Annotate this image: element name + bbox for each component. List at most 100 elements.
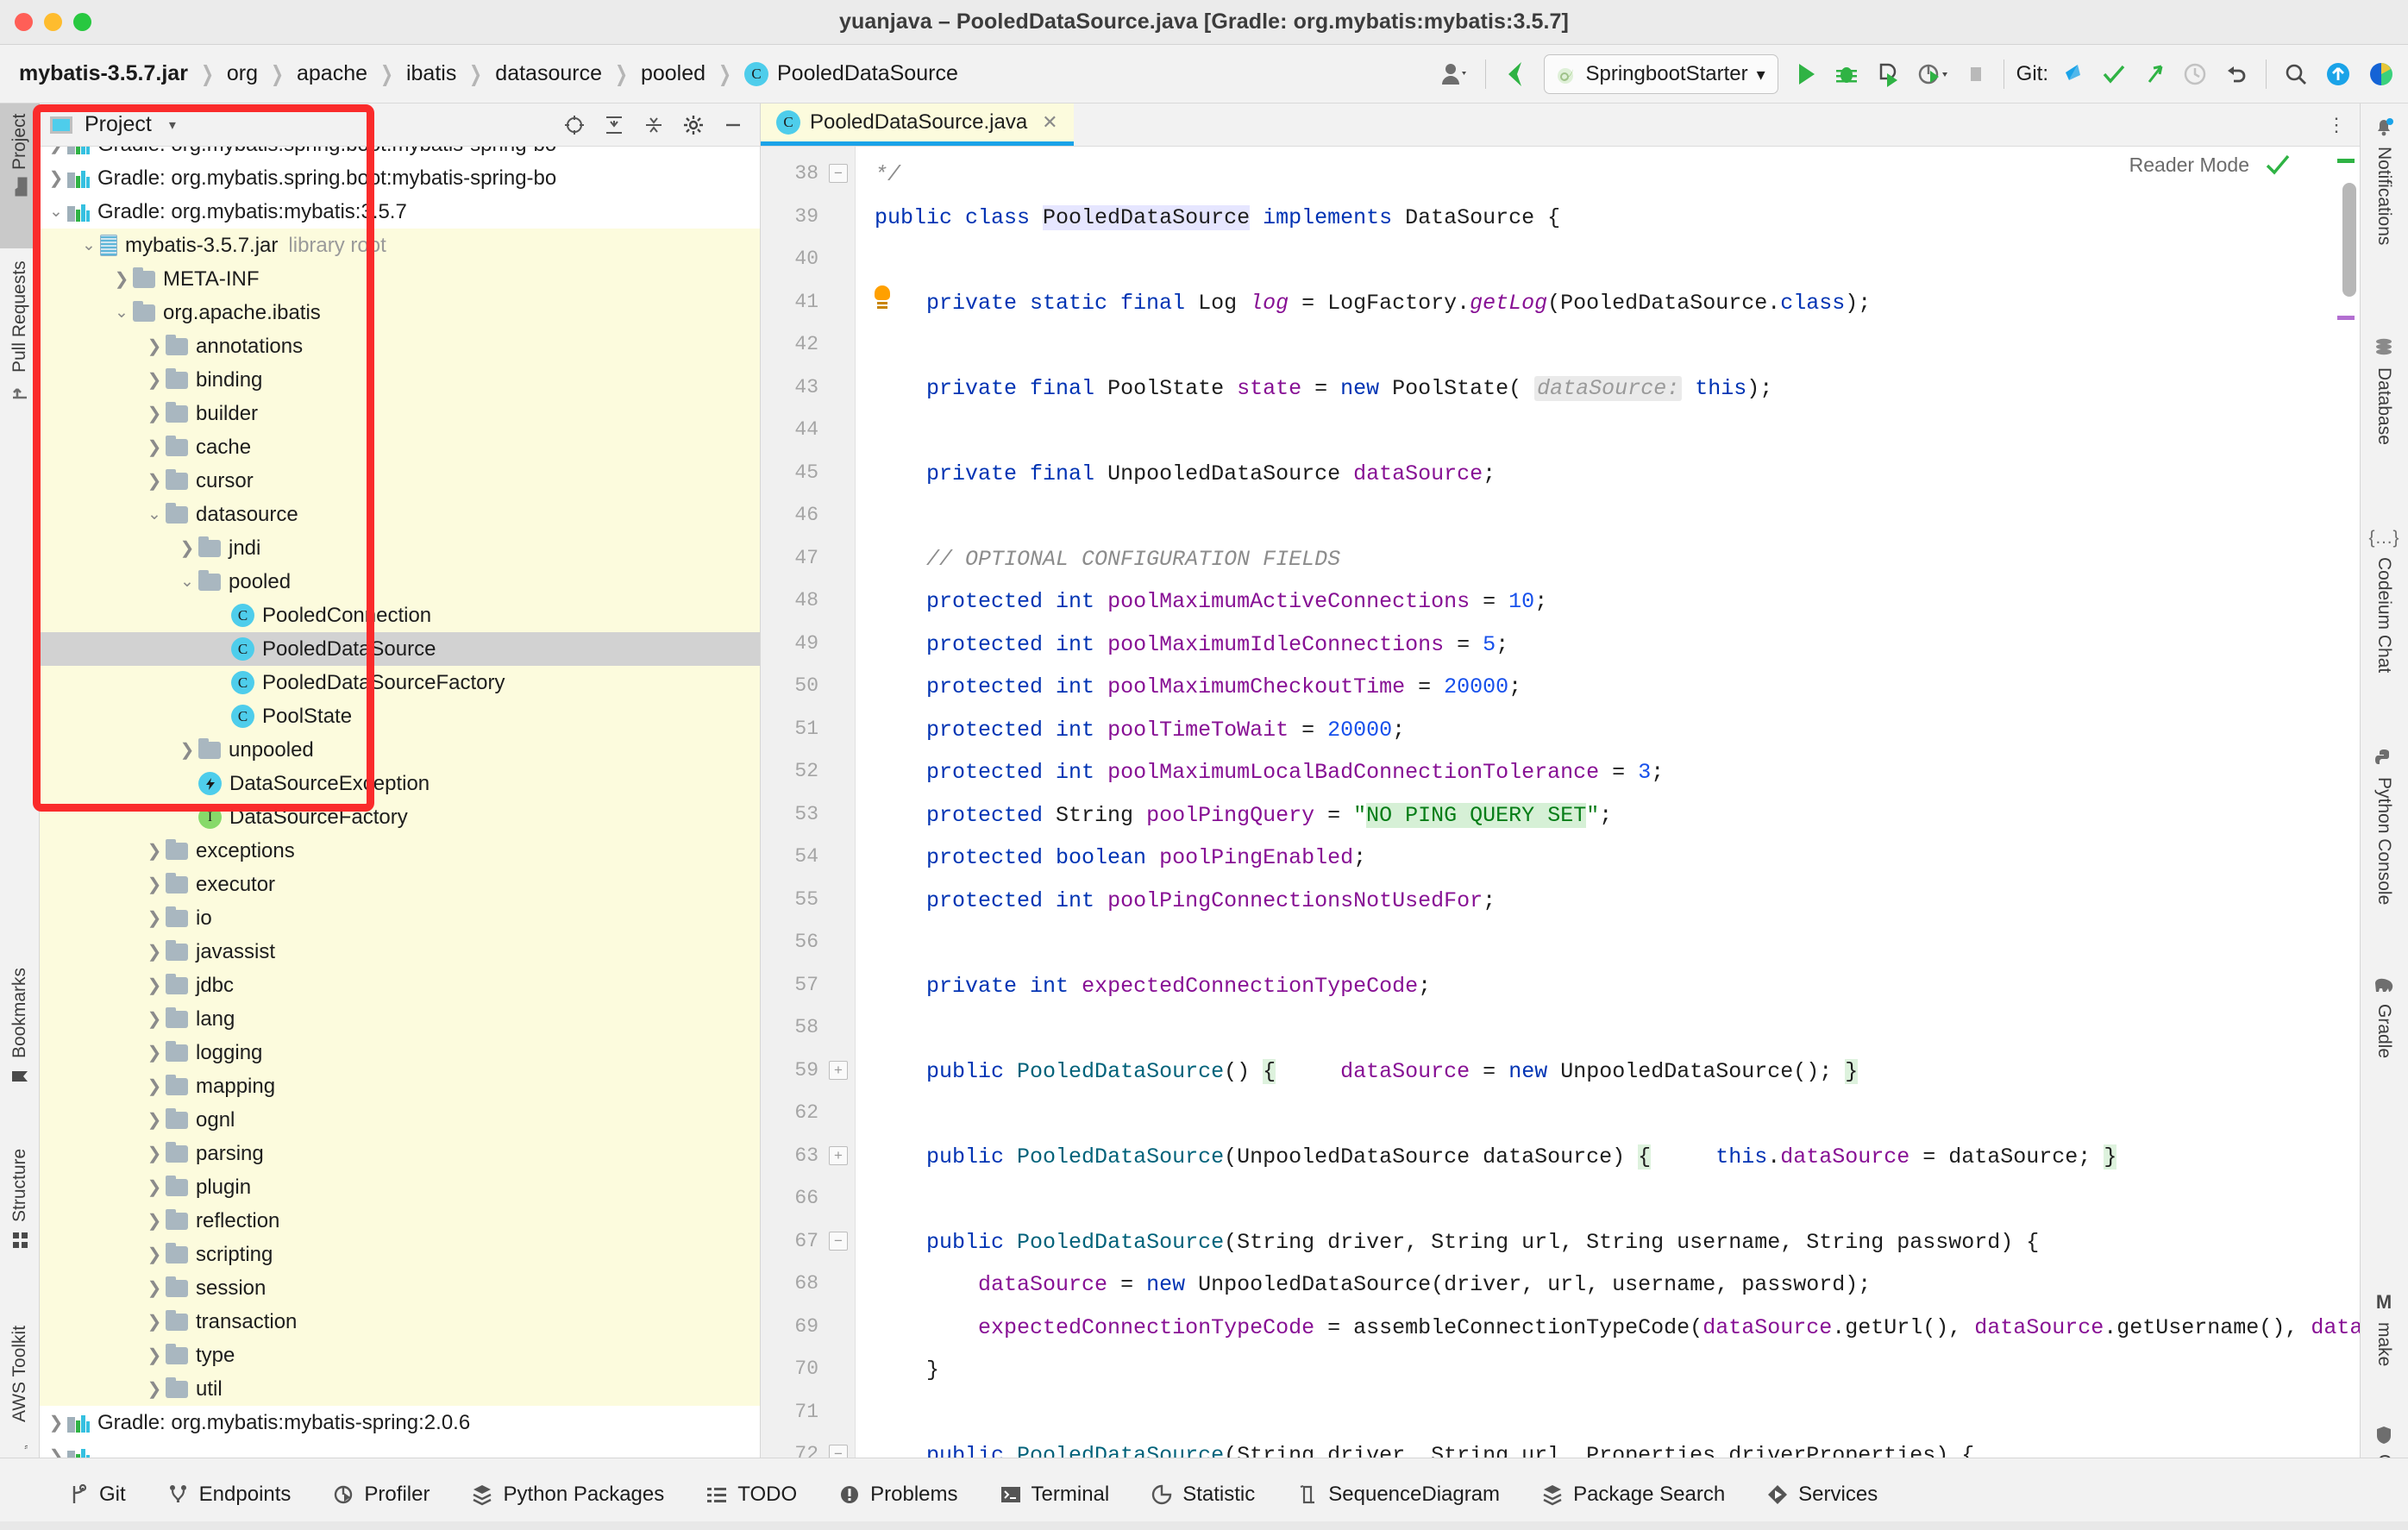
status-bar-item-problems[interactable]: Problems	[818, 1483, 978, 1507]
scrollbar-thumb[interactable]	[2342, 183, 2356, 297]
chevron-right-icon[interactable]: ❯	[45, 1414, 67, 1432]
fold-collapse-icon[interactable]: −	[829, 164, 848, 183]
tree-node[interactable]: ⌄datasource	[40, 498, 760, 531]
chevron-right-icon[interactable]: ❯	[143, 1044, 166, 1062]
tree-node[interactable]: CPoolState	[40, 699, 760, 733]
code-line[interactable]: dataSource = new UnpooledDataSource(driv…	[875, 1264, 1871, 1307]
code-line[interactable]: public class PooledDataSource implements…	[875, 197, 1560, 240]
code-line[interactable]: protected int poolPingConnectionsNotUsed…	[875, 880, 1496, 923]
tree-node[interactable]: ❯reflection	[40, 1204, 760, 1238]
code-line[interactable]: public PooledDataSource(String driver, S…	[875, 1221, 2039, 1264]
chevron-right-icon[interactable]: ❯	[143, 1078, 166, 1095]
chevron-right-icon[interactable]: ❯	[143, 1246, 166, 1264]
breadcrumb-item-org[interactable]: org	[227, 61, 258, 86]
code-line[interactable]: expectedConnectionTypeCode = assembleCon…	[875, 1307, 2360, 1350]
run-with-coverage-button[interactable]	[1867, 52, 1909, 97]
chevron-down-icon[interactable]: ⌄	[143, 506, 166, 523]
tree-node[interactable]: ❯Gradle: org.mybatis.spring.boot:mybatis…	[40, 161, 760, 195]
tree-node[interactable]: ❯Gradle: org.mybatis:mybatis-spring:2.0.…	[40, 1406, 760, 1439]
sidebar-item-make[interactable]: M make	[2360, 1281, 2408, 1410]
tree-node[interactable]: ❯exceptions	[40, 834, 760, 868]
status-bar-item-sequencediagram[interactable]: SequenceDiagram	[1276, 1483, 1521, 1507]
code-line[interactable]: public PooledDataSource(UnpooledDataSour…	[875, 1136, 2116, 1179]
tree-node[interactable]: CPooledDataSourceFactory	[40, 666, 760, 699]
locate-icon[interactable]	[556, 106, 593, 144]
inspections-ok-icon[interactable]	[2263, 150, 2292, 179]
status-bar-item-git[interactable]: Git	[48, 1483, 147, 1507]
chevron-right-icon[interactable]: ❯	[143, 1179, 166, 1196]
chevron-right-icon[interactable]: ❯	[143, 439, 166, 456]
reader-mode-label[interactable]: Reader Mode	[2129, 154, 2249, 177]
tree-node[interactable]: IDataSourceFactory	[40, 800, 760, 834]
tree-node[interactable]: ❯binding	[40, 363, 760, 397]
code-line[interactable]: protected int poolMaximumLocalBadConnect…	[875, 751, 1664, 794]
breadcrumb-item-jar[interactable]: mybatis-3.5.7.jar	[19, 61, 188, 86]
status-bar-item-endpoints[interactable]: Endpoints	[147, 1483, 312, 1507]
code-line[interactable]: public PooledDataSource() { dataSource =…	[875, 1050, 1858, 1094]
status-bar-item-python-packages[interactable]: Python Packages	[450, 1483, 685, 1507]
code-line[interactable]: protected int poolTimeToWait = 20000;	[875, 709, 1405, 752]
git-history-icon[interactable]	[2174, 52, 2216, 97]
chevron-right-icon[interactable]: ❯	[143, 1280, 166, 1297]
tree-node[interactable]: ⌄mybatis-3.5.7.jarlibrary root	[40, 229, 760, 262]
chevron-right-icon[interactable]: ❯	[143, 405, 166, 423]
tree-node[interactable]: DataSourceException	[40, 767, 760, 800]
editor-gutter[interactable]: 38−3940414243444546474849505152535455565…	[761, 147, 856, 1458]
code-line[interactable]: protected int poolMaximumCheckoutTime = …	[875, 666, 1521, 709]
tree-node[interactable]: ❯plugin	[40, 1170, 760, 1204]
tree-node[interactable]: ❯lang	[40, 1002, 760, 1036]
tree-node[interactable]: ❯mapping	[40, 1069, 760, 1103]
chevron-right-icon[interactable]: ❯	[143, 1112, 166, 1129]
tree-node[interactable]: ❯logging	[40, 1036, 760, 1069]
chevron-right-icon[interactable]: ❯	[143, 977, 166, 994]
settings-gear-icon[interactable]	[675, 106, 712, 144]
tree-node[interactable]: ❯javassist	[40, 935, 760, 969]
tree-node[interactable]: ❯ognl	[40, 1103, 760, 1137]
chevron-down-icon[interactable]: ⌄	[176, 574, 198, 590]
code-line[interactable]: private int expectedConnectionTypeCode;	[875, 965, 1431, 1008]
fold-expand-icon[interactable]: +	[829, 1061, 848, 1080]
hide-panel-icon[interactable]	[715, 106, 751, 144]
code-line[interactable]: private final UnpooledDataSource dataSou…	[875, 453, 1496, 496]
tree-node[interactable]: ❯builder	[40, 397, 760, 430]
code-content[interactable]: */public class PooledDataSource implemen…	[856, 147, 2360, 1458]
tree-node[interactable]: ❯	[40, 1439, 760, 1458]
chevron-right-icon[interactable]: ❯	[143, 338, 166, 355]
sidebar-item-gradle[interactable]: Gradle	[2360, 966, 2408, 1134]
git-rollback-icon[interactable]	[2216, 52, 2257, 97]
sidebar-item-database[interactable]: Database	[2360, 326, 2408, 511]
fold-expand-icon[interactable]: +	[829, 1146, 848, 1165]
chevron-right-icon[interactable]: ❯	[143, 910, 166, 927]
run-button[interactable]	[1786, 52, 1826, 97]
tree-node[interactable]: ⌄Gradle: org.mybatis:mybatis:3.5.7	[40, 195, 760, 229]
chevron-right-icon[interactable]: ❯	[143, 473, 166, 490]
chevron-right-icon[interactable]: ❯	[45, 1448, 67, 1458]
chevron-right-icon[interactable]: ❯	[143, 1011, 166, 1028]
stop-button[interactable]	[1957, 52, 1995, 97]
tree-node[interactable]: ❯transaction	[40, 1305, 760, 1339]
tree-node[interactable]: ❯scripting	[40, 1238, 760, 1271]
code-line[interactable]: protected boolean poolPingEnabled;	[875, 837, 1366, 880]
search-icon[interactable]	[2275, 52, 2317, 97]
profiler-button[interactable]	[1909, 52, 1957, 97]
tree-node[interactable]: ❯Gradle: org.mybatis.spring.boot:mybatis…	[40, 147, 760, 161]
tree-node[interactable]: ❯parsing	[40, 1137, 760, 1170]
intention-bulb-icon[interactable]	[875, 200, 890, 221]
breadcrumb-item-ibatis[interactable]: ibatis	[406, 61, 456, 86]
status-bar-item-terminal[interactable]: Terminal	[979, 1483, 1131, 1507]
status-bar-item-profiler[interactable]: Profiler	[311, 1483, 450, 1507]
tree-node[interactable]: ❯executor	[40, 868, 760, 901]
chevron-right-icon[interactable]: ❯	[143, 1213, 166, 1230]
tree-node[interactable]: ❯util	[40, 1372, 760, 1406]
fold-collapse-icon[interactable]: −	[829, 1445, 848, 1458]
chevron-right-icon[interactable]: ❯	[143, 944, 166, 961]
tree-node[interactable]: ❯unpooled	[40, 733, 760, 767]
upload-icon[interactable]	[2317, 52, 2360, 97]
chevron-right-icon[interactable]: ❯	[143, 372, 166, 389]
close-tab-icon[interactable]: ✕	[1042, 111, 1057, 134]
sidebar-item-codeium-chat[interactable]: {…} Codeium Chat	[2360, 517, 2408, 729]
code-line[interactable]: private final PoolState state = new Pool…	[875, 367, 1772, 411]
status-bar-item-statistic[interactable]: Statistic	[1130, 1483, 1276, 1507]
git-commit-icon[interactable]	[2093, 52, 2135, 97]
code-line[interactable]: protected String poolPingQuery = "NO PIN…	[875, 794, 1612, 837]
